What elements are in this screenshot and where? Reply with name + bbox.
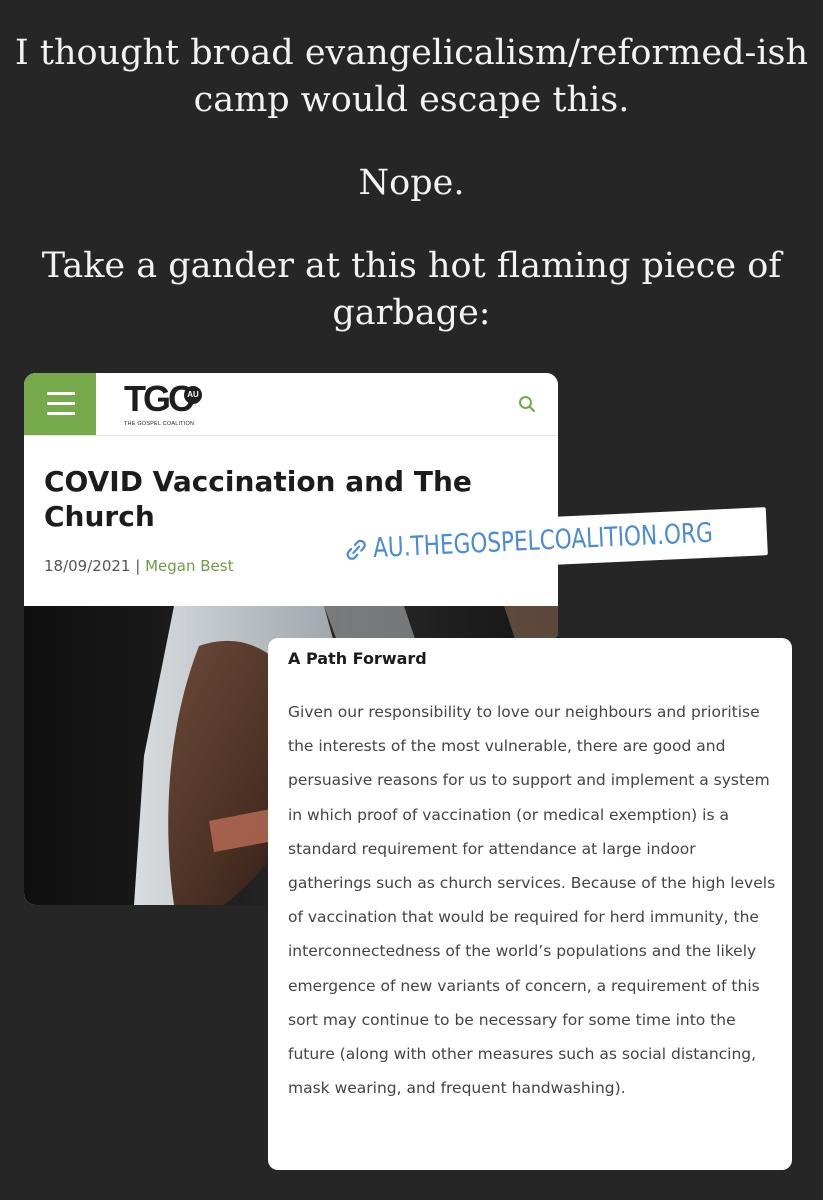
logo-wordmark: TGC xyxy=(124,378,194,419)
link-icon xyxy=(346,539,366,560)
hamburger-icon xyxy=(47,392,75,395)
story-caption-line-2: Nope. xyxy=(358,163,465,203)
article-author[interactable]: Megan Best xyxy=(145,557,233,575)
search-icon[interactable] xyxy=(518,395,536,413)
site-header: TGC AU THE GOSPEL COALITION xyxy=(24,373,558,436)
story-caption-line-3: Take a gander at this hot flaming piece … xyxy=(41,246,782,333)
link-url: AU.THEGOSPELCOALITION.ORG xyxy=(372,517,714,565)
site-logo[interactable]: TGC AU THE GOSPEL COALITION xyxy=(124,379,234,431)
article-date: 18/09/2021 xyxy=(44,557,131,575)
menu-button[interactable] xyxy=(24,373,96,435)
excerpt-card: A Path Forward Given our responsibility … xyxy=(268,638,792,1170)
excerpt-body: Given our responsibility to love our nei… xyxy=(288,703,776,1098)
excerpt-heading: A Path Forward xyxy=(288,649,427,668)
logo-tagline: THE GOSPEL COALITION xyxy=(124,421,195,427)
story-caption-line-1: I thought broad evangelicalism/reformed-… xyxy=(14,33,809,120)
meta-separator: | xyxy=(135,557,141,575)
region-badge: AU xyxy=(184,386,202,404)
article-meta: 18/09/2021 | Megan Best xyxy=(44,557,233,575)
